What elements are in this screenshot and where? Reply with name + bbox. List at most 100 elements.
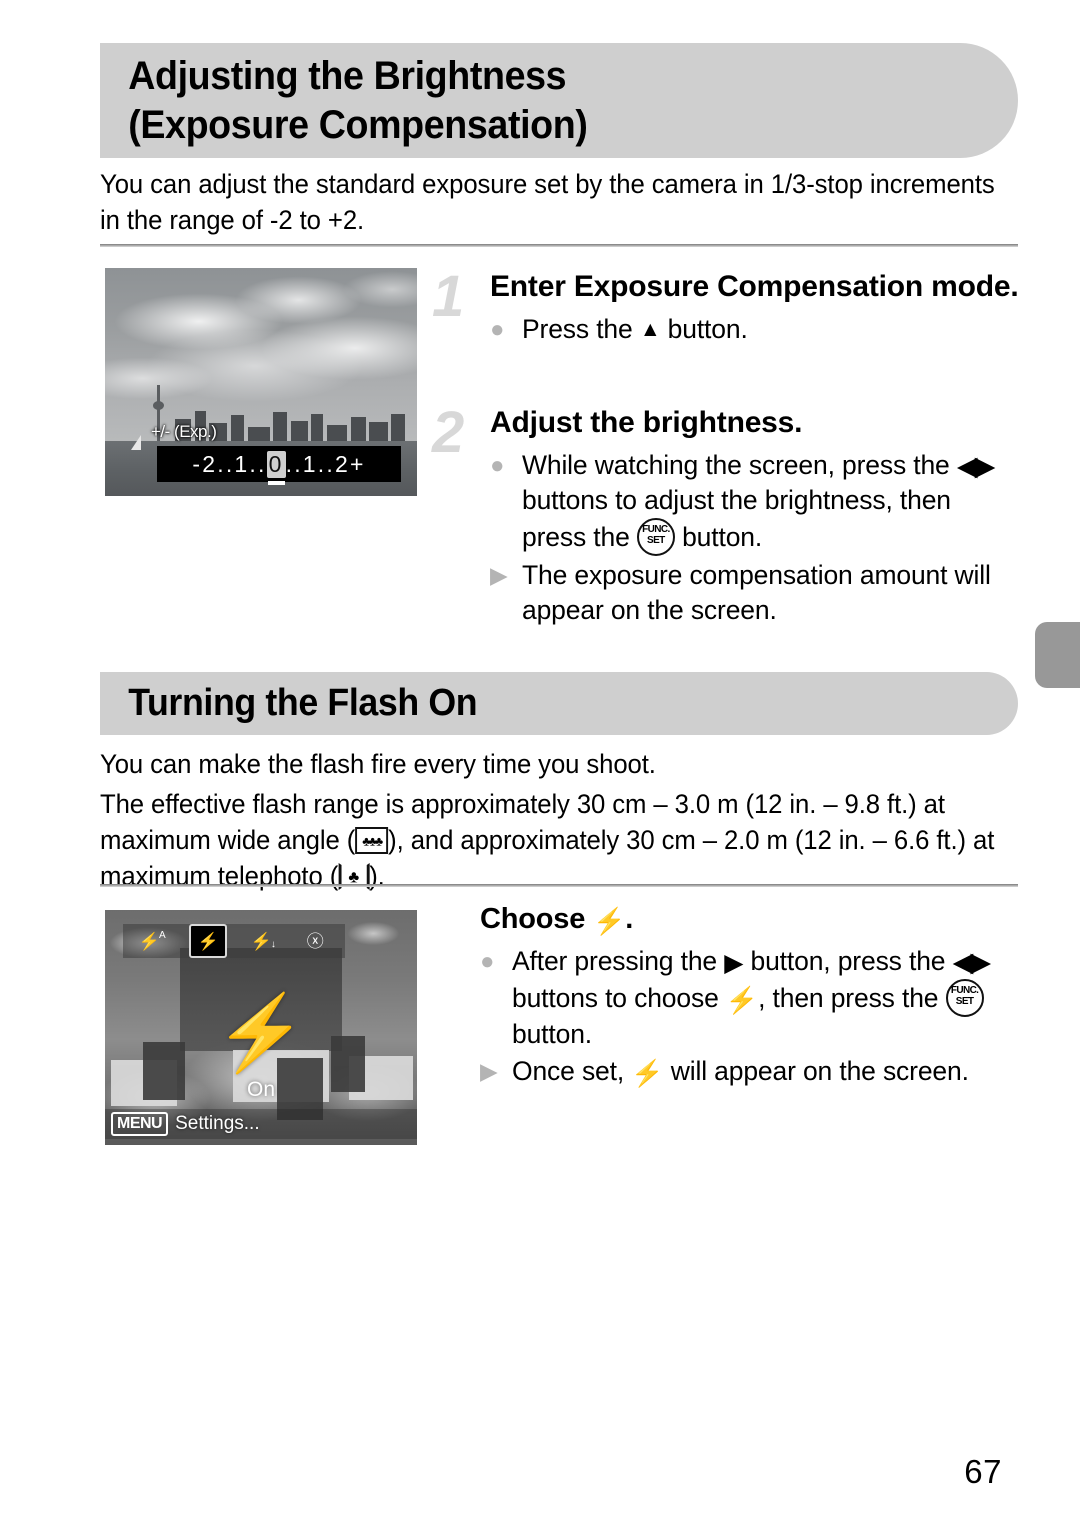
step-body-choose: ● After pressing the ▶ button, press the …	[480, 944, 1040, 1089]
step-body-2: ● While watching the screen, press the ◀▶…	[490, 448, 1022, 628]
manual-page: Adjusting the Brightness (Exposure Compe…	[0, 0, 1080, 1521]
building	[248, 427, 270, 442]
building	[231, 415, 244, 442]
step-title-text: Choose	[480, 903, 593, 935]
flash-off-icon[interactable]: ⓧ	[300, 927, 330, 955]
list-item: ▶ The exposure compensation amount will a…	[490, 558, 1022, 628]
section-title-flash: Turning the Flash On	[128, 682, 478, 725]
step-choose-flash: Choose ⚡. ● After pressing the ▶ button, …	[480, 900, 1040, 1091]
list-item: ● While watching the screen, press the ◀▶…	[490, 448, 1022, 556]
step-title-2: Adjust the brightness.	[490, 406, 803, 439]
flash-on-icon: ⚡	[725, 985, 759, 1015]
building	[273, 412, 287, 442]
building	[291, 421, 308, 442]
func-label: FUNC.	[642, 524, 670, 535]
list-item-text: will appear on the screen.	[663, 1056, 969, 1086]
telephoto-glyph: ♣	[348, 867, 360, 886]
flash-on-icon[interactable]: ⚡	[189, 924, 228, 958]
bullet-dot-icon: ●	[490, 452, 505, 479]
section-divider-2	[100, 884, 1018, 887]
list-item-text: button.	[660, 314, 748, 344]
step-number-2: 2	[432, 400, 465, 465]
exposure-compensation-bar: -2..1..0..1..2+	[157, 446, 401, 485]
menu-settings-label: Settings...	[175, 1113, 260, 1134]
exposure-scale: -2..1..0..1..2+	[192, 450, 366, 485]
set-label: SET	[647, 535, 665, 546]
flash-auto-superscript: A	[159, 930, 166, 941]
left-right-arrows-icon: ◀▶	[952, 947, 991, 977]
list-item: ▶ Once set, ⚡ will appear on the screen.	[480, 1054, 1040, 1089]
flash-on-icon: ⚡	[593, 906, 626, 936]
section-title-exposure: Adjusting the Brightness (Exposure Compe…	[128, 53, 588, 147]
step-body-1: ● Press the ▲ button.	[490, 312, 1022, 347]
right-arrow-icon: ▶	[724, 949, 744, 977]
step-2: 2 Adjust the brightness. ● While watching…	[432, 404, 1022, 630]
bullet-triangle-icon: ▶	[490, 562, 508, 588]
building	[311, 414, 323, 442]
intro-paragraph: The effective flash range is approximate…	[100, 786, 1022, 894]
flash-glyph: ⚡	[250, 931, 272, 951]
list-item-text: buttons to choose	[512, 983, 726, 1013]
exposure-scale-left: -2..1..	[192, 450, 267, 477]
camera-screen-exposure: +/- (Exp.) -2..1..0..1..2+	[105, 268, 417, 496]
page-edge-tab-marker	[1035, 622, 1080, 688]
section-intro-flash: You can make the flash fire every time y…	[100, 746, 1022, 894]
step-title-choose: Choose ⚡.	[480, 900, 1040, 938]
building	[351, 417, 366, 442]
exposure-overlay-label: +/- (Exp.)	[151, 422, 217, 441]
bullet-dot-icon: ●	[480, 948, 495, 975]
list-item-text: button.	[674, 522, 763, 552]
exposure-scale-right: ..1..2+	[285, 450, 366, 477]
menu-settings-bar[interactable]: MENU Settings...	[105, 1109, 417, 1139]
list-item-text: While watching the screen, press the	[522, 450, 957, 480]
section-banner-exposure: Adjusting the Brightness (Exposure Compe…	[100, 43, 1018, 158]
left-right-arrows-icon: ◀▶	[956, 451, 995, 481]
list-item-text: Press the	[522, 314, 640, 344]
func-label: FUNC.	[950, 985, 979, 996]
list-item: ● Press the ▲ button.	[490, 312, 1022, 347]
chair	[143, 1042, 185, 1100]
func-set-icon: FUNC. SET	[636, 518, 675, 556]
func-set-icon: FUNC. SET	[945, 979, 984, 1017]
bullet-dot-icon: ●	[490, 316, 505, 343]
large-flash-icon: ⚡	[214, 991, 308, 1074]
list-item-text: Once set,	[512, 1056, 632, 1086]
building	[391, 414, 405, 442]
step-number-1: 1	[432, 264, 465, 329]
wide-angle-glyph: ♣♣♣	[362, 833, 383, 848]
list-item-text: button.	[512, 1019, 592, 1049]
chair	[331, 1036, 365, 1092]
list-item: ● After pressing the ▶ button, press the …	[480, 944, 1040, 1052]
up-arrow-icon: ▲	[639, 318, 661, 341]
exposure-scale-zero: 0	[266, 450, 286, 485]
flash-glyph: ⚡	[138, 931, 160, 951]
flash-slow-subscript: ↓	[270, 939, 276, 950]
section-divider-1	[100, 244, 1018, 247]
building	[327, 425, 347, 442]
flash-auto-icon[interactable]: ⚡ A	[138, 927, 168, 955]
sailboat	[131, 435, 141, 451]
flash-status-label: On	[246, 1078, 276, 1101]
flash-slow-sync-icon[interactable]: ⚡ ↓	[249, 927, 279, 955]
list-item-text: The exposure compensation amount will ap…	[522, 560, 991, 625]
section-intro-exposure: You can adjust the standard exposure set…	[100, 166, 1012, 238]
section-banner-flash: Turning the Flash On	[100, 672, 1018, 735]
flash-on-icon: ⚡	[631, 1058, 664, 1088]
step-title-text: .	[625, 903, 634, 935]
camera-screen-flash: ⚡ A ⚡ ⚡ ↓ ⓧ ⚡ On MENU Settings...	[105, 910, 417, 1145]
menu-button-key[interactable]: MENU	[111, 1112, 169, 1136]
step-1: 1 Enter Exposure Compensation mode. ● Pre…	[432, 268, 1022, 349]
list-item-text: After pressing the	[512, 946, 725, 976]
step-title-1: Enter Exposure Compensation mode.	[490, 270, 1019, 303]
list-item-text: button, press the	[743, 946, 953, 976]
flash-glyph: ⚡	[197, 931, 219, 951]
intro-paragraph: You can make the flash fire every time y…	[100, 749, 656, 779]
bullet-triangle-icon: ▶	[480, 1058, 498, 1084]
wide-angle-icon: ♣♣♣	[355, 827, 389, 854]
building	[369, 422, 388, 442]
list-item-text: , then press the	[758, 983, 946, 1013]
set-label: SET	[955, 996, 974, 1007]
page-number: 67	[964, 1453, 1002, 1490]
intro-paragraph: You can adjust the standard exposure set…	[100, 169, 995, 235]
flash-mode-menu[interactable]: ⚡ A ⚡ ⚡ ↓ ⓧ	[123, 924, 345, 958]
